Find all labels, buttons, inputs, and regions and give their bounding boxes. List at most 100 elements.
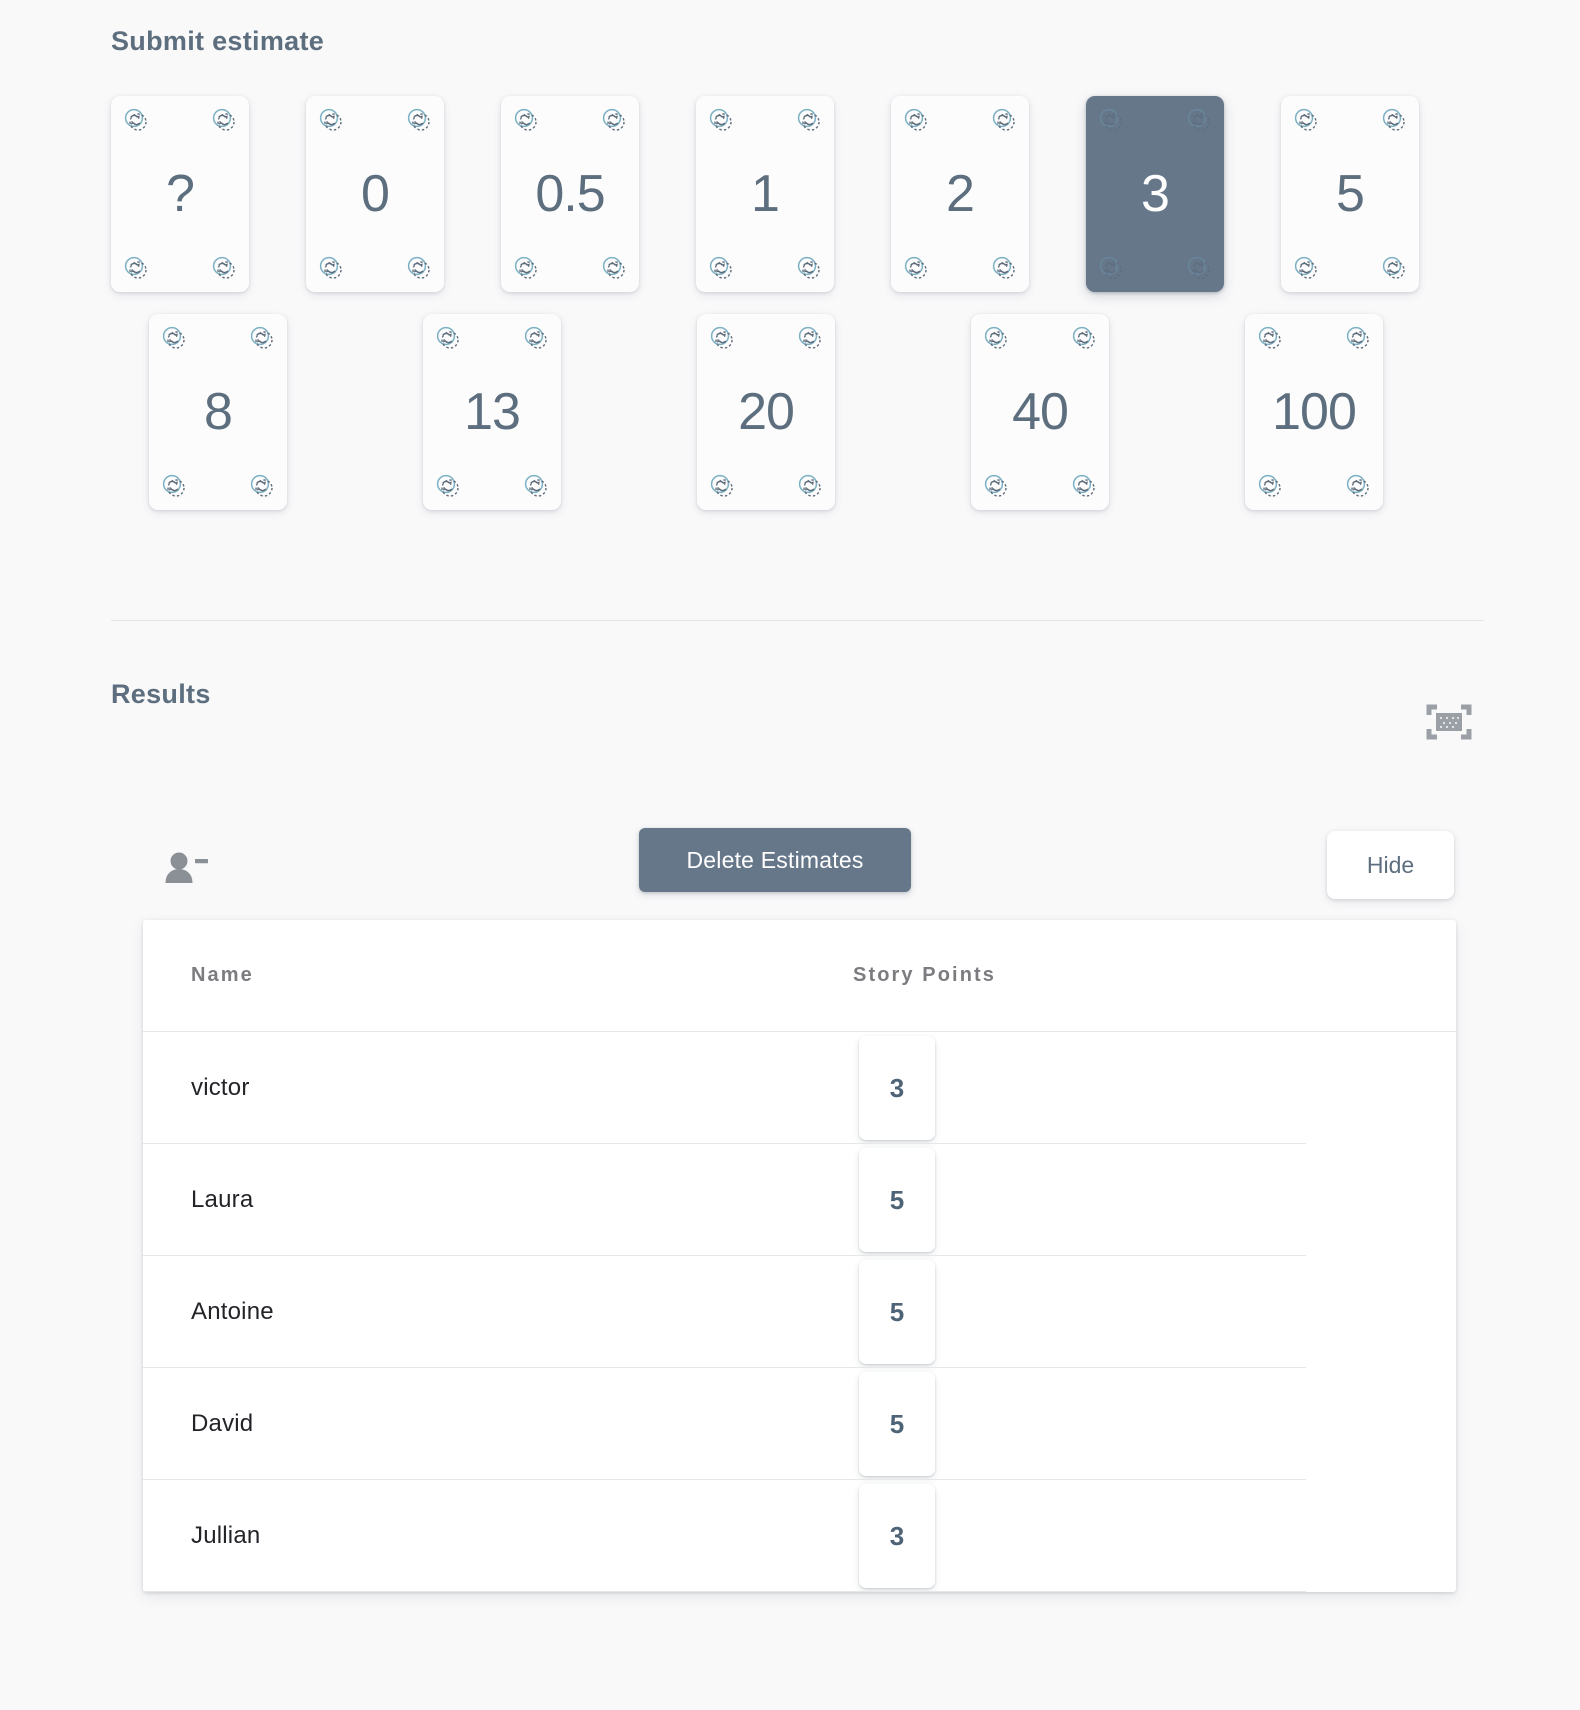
poker-chip-icon	[123, 255, 149, 281]
poker-chip-icon	[161, 473, 187, 499]
participant-name: David	[191, 1410, 254, 1437]
estimate-card-value: 20	[738, 383, 795, 441]
poker-chip-icon	[1071, 473, 1097, 499]
poker-chip-icon	[1293, 255, 1319, 281]
poker-chip-icon	[1186, 107, 1212, 133]
poker-chip-icon	[318, 107, 344, 133]
poker-chip-icon	[1257, 325, 1283, 351]
story-points-card: 5	[859, 1148, 935, 1252]
poker-chip-icon	[211, 107, 237, 133]
poker-chip-icon	[523, 473, 549, 499]
poker-chip-icon	[1345, 473, 1371, 499]
poker-chip-icon	[796, 255, 822, 281]
poker-chip-icon	[1098, 255, 1124, 281]
table-row: Antoine 5	[143, 1256, 1456, 1368]
estimate-card-deck: ? 0 0.5 1 2 3 5 8 13 20 40 100	[111, 96, 1481, 510]
poker-chip-icon	[601, 107, 627, 133]
estimate-card-value: ?	[166, 165, 195, 223]
poker-chip-icon	[708, 107, 734, 133]
estimate-card-13[interactable]: 13	[423, 314, 561, 510]
poker-chip-icon	[983, 325, 1009, 351]
estimate-card-value: 1	[751, 165, 780, 223]
poker-chip-icon	[318, 255, 344, 281]
poker-chip-icon	[991, 107, 1017, 133]
poker-chip-icon	[709, 325, 735, 351]
poker-chip-icon	[211, 255, 237, 281]
estimate-card-value: 2	[946, 165, 975, 223]
poker-chip-icon	[709, 473, 735, 499]
estimate-card-value: 8	[204, 383, 233, 441]
column-header-name: Name	[191, 964, 254, 986]
estimate-card-100[interactable]: 100	[1245, 314, 1383, 510]
estimate-card-value: 13	[464, 383, 521, 441]
poker-chip-icon	[983, 473, 1009, 499]
story-points-card: 5	[859, 1260, 935, 1364]
hide-results-button[interactable]: Hide	[1327, 831, 1454, 899]
poker-chip-icon	[601, 255, 627, 281]
poker-chip-icon	[1071, 325, 1097, 351]
estimate-card-40[interactable]: 40	[971, 314, 1109, 510]
poker-chip-icon	[523, 325, 549, 351]
estimate-card-value: 100	[1272, 383, 1357, 441]
person-remove-icon[interactable]	[162, 848, 210, 892]
poker-chip-icon	[1381, 107, 1407, 133]
page-title-results: Results	[111, 679, 211, 709]
poker-chip-icon	[406, 107, 432, 133]
section-divider	[111, 620, 1484, 621]
story-points-cell: 5	[853, 1260, 1153, 1364]
poker-chip-icon	[708, 255, 734, 281]
poker-chip-icon	[797, 473, 823, 499]
estimate-card-0-5[interactable]: 0.5	[501, 96, 639, 292]
table-row: Jullian 3	[143, 1480, 1456, 1592]
poker-chip-icon	[797, 325, 823, 351]
table-body: victor 3 Laura 5 Antoine 5 David 5 Jullian 3	[143, 1032, 1456, 1592]
story-points-card: 3	[859, 1036, 935, 1140]
estimate-card-3[interactable]: 3	[1086, 96, 1224, 292]
poker-chip-icon	[1098, 107, 1124, 133]
story-points-cell: 3	[853, 1484, 1153, 1588]
column-header-story-points: Story Points	[853, 964, 996, 986]
poker-chip-icon	[1381, 255, 1407, 281]
estimate-card-2[interactable]: 2	[891, 96, 1029, 292]
poker-chip-icon	[249, 325, 275, 351]
poker-chip-icon	[406, 255, 432, 281]
poker-chip-icon	[1345, 325, 1371, 351]
estimate-card-0[interactable]: 0	[306, 96, 444, 292]
story-points-cell: 3	[853, 1036, 1153, 1140]
poker-chip-icon	[513, 107, 539, 133]
table-header-row: Name Story Points	[143, 920, 1456, 1032]
poker-chip-icon	[1293, 107, 1319, 133]
table-row: Laura 5	[143, 1144, 1456, 1256]
poker-chip-icon	[513, 255, 539, 281]
poker-chip-icon	[796, 107, 822, 133]
estimate-card-20[interactable]: 20	[697, 314, 835, 510]
poker-chip-icon	[903, 107, 929, 133]
poker-chip-icon	[1186, 255, 1212, 281]
poker-chip-icon	[903, 255, 929, 281]
estimate-card-value: 0	[361, 165, 390, 223]
table-row: David 5	[143, 1368, 1456, 1480]
poker-chip-icon	[123, 107, 149, 133]
participant-name: Jullian	[191, 1522, 261, 1549]
estimate-card-1[interactable]: 1	[696, 96, 834, 292]
story-points-card: 3	[859, 1484, 935, 1588]
estimate-card-value: 40	[1012, 383, 1069, 441]
estimate-card-8[interactable]: 8	[149, 314, 287, 510]
row-divider	[143, 1591, 1306, 1592]
page-title-submit-estimate: Submit estimate	[111, 26, 325, 56]
poker-chip-icon	[435, 325, 461, 351]
fullscreen-scan-icon[interactable]	[1424, 700, 1474, 744]
estimate-card-question[interactable]: ?	[111, 96, 249, 292]
poker-chip-icon	[161, 325, 187, 351]
delete-estimates-button[interactable]: Delete Estimates	[639, 828, 911, 892]
results-table: Name Story Points victor 3 Laura 5 Antoine 5 D…	[143, 920, 1456, 1592]
poker-chip-icon	[991, 255, 1017, 281]
story-points-card: 5	[859, 1372, 935, 1476]
story-points-cell: 5	[853, 1148, 1153, 1252]
participant-name: Laura	[191, 1186, 254, 1213]
card-row-2: 8 13 20 40 100	[149, 314, 1481, 510]
story-points-cell: 5	[853, 1372, 1153, 1476]
estimate-card-5[interactable]: 5	[1281, 96, 1419, 292]
participant-name: Antoine	[191, 1298, 274, 1325]
estimate-card-value: 0.5	[535, 165, 605, 223]
